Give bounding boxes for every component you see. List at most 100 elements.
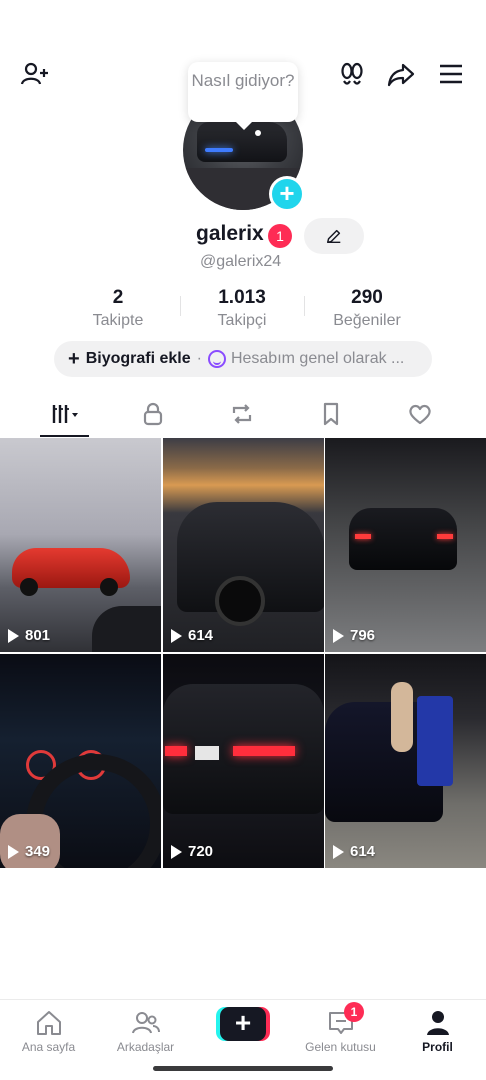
thumb-wheel [100, 578, 118, 596]
username-row: galerix 1 [0, 218, 486, 254]
stat-divider [180, 296, 181, 316]
view-count-value: 801 [25, 627, 51, 644]
add-friend-button[interactable] [16, 56, 52, 92]
menu-icon [440, 64, 462, 84]
thumb-door [417, 696, 453, 786]
play-icon [333, 628, 344, 643]
view-count: 801 [8, 627, 50, 644]
inbox-badge: 1 [344, 1002, 364, 1022]
user-handle: @galerix24 [200, 253, 282, 270]
stat-divider [304, 296, 305, 316]
view-count-value: 614 [350, 843, 376, 860]
lock-icon [143, 402, 163, 426]
video-thumbnail[interactable]: 796 [325, 438, 486, 652]
video-grid: 801 614 796 349 720 614 [0, 438, 486, 870]
thumb-wheel [20, 578, 38, 596]
content-tabs [0, 394, 486, 438]
play-icon [8, 628, 19, 643]
thumb-taillight [233, 746, 295, 756]
status-tooltip[interactable]: Nasıl gidiyor? [188, 62, 298, 130]
stat-value: 290 [351, 287, 383, 308]
play-icon [171, 628, 182, 643]
grid-icon [52, 405, 78, 423]
bookmark-icon [323, 402, 339, 426]
share-icon [387, 63, 415, 87]
bio-pill[interactable]: + Biyografi ekle · Hesabım genel olarak … [54, 341, 432, 377]
view-count: 614 [333, 843, 375, 860]
repost-icon [232, 404, 252, 424]
view-count: 614 [171, 627, 213, 644]
username-badge: 1 [268, 224, 292, 248]
stat-followers[interactable]: 1.013 Takipçi [182, 286, 302, 332]
profile-icon [426, 1011, 449, 1035]
tab-videos[interactable] [36, 394, 94, 434]
thumb-car [349, 508, 457, 570]
plus-icon: + [220, 1007, 266, 1041]
edit-icon [326, 229, 341, 244]
nav-friends-label: Arkadaşlar [116, 1040, 175, 1054]
separator-dot: · [196, 350, 202, 367]
profile-stats: 2 Takipte 1.013 Takipçi 290 Beğeniler [0, 286, 486, 336]
view-count-value: 796 [350, 627, 376, 644]
status-text[interactable]: Hesabım genel olarak ... [231, 350, 404, 368]
thumb-mirror [92, 606, 161, 652]
nav-profile-label: Profil [422, 1040, 453, 1054]
play-icon [333, 844, 344, 859]
home-indicator[interactable] [153, 1066, 333, 1071]
footprints-icon [341, 62, 363, 85]
thumb-wheel [215, 576, 265, 626]
profile-views-button[interactable] [334, 56, 370, 92]
tab-liked[interactable] [392, 394, 448, 434]
video-thumbnail[interactable]: 349 [0, 654, 161, 868]
stat-value: 1.013 [218, 287, 266, 308]
menu-button[interactable] [433, 56, 469, 92]
avatar-headlight [205, 148, 233, 152]
stat-label: Takipte [92, 312, 144, 329]
view-count-value: 614 [188, 627, 214, 644]
tab-reposts[interactable] [214, 394, 270, 434]
smiley-icon [207, 350, 226, 368]
view-count-value: 720 [188, 843, 214, 860]
video-thumbnail[interactable]: 801 [0, 438, 161, 652]
nav-home[interactable]: Ana sayfa [0, 1008, 97, 1054]
stat-following[interactable]: 2 Takipte [58, 286, 178, 332]
nav-friends[interactable]: Arkadaşlar [97, 1008, 194, 1054]
plus-icon: + [68, 347, 80, 370]
tab-private[interactable] [125, 394, 181, 434]
view-count: 349 [8, 843, 50, 860]
share-profile-button[interactable] [383, 56, 419, 92]
heart-icon [409, 404, 431, 425]
username: galerix [196, 222, 264, 245]
view-count-value: 349 [25, 843, 51, 860]
video-thumbnail[interactable]: 614 [163, 438, 324, 652]
video-thumbnail[interactable]: 720 [163, 654, 324, 868]
friends-icon [131, 1012, 160, 1034]
stat-value: 2 [112, 287, 124, 308]
home-icon [36, 1011, 61, 1035]
play-icon [8, 844, 19, 859]
video-thumbnail[interactable]: 614 [325, 654, 486, 868]
thumb-plate [195, 746, 219, 760]
nav-inbox-label: Gelen kutusu [305, 1040, 376, 1054]
tab-favorites[interactable] [303, 394, 359, 434]
view-count: 720 [171, 843, 213, 860]
play-icon [171, 844, 182, 859]
nav-home-label: Ana sayfa [21, 1040, 76, 1054]
active-tab-indicator [40, 435, 89, 437]
add-bio-label[interactable]: Biyografi ekle [86, 350, 191, 368]
nav-profile[interactable]: Profil [389, 1008, 486, 1054]
thumb-taillight [165, 746, 187, 756]
thumb-taillight [437, 534, 453, 539]
add-story-button[interactable]: + [269, 176, 305, 212]
nav-inbox[interactable]: 1 Gelen kutusu [292, 1002, 389, 1054]
stat-likes[interactable]: 290 Beğeniler [307, 286, 427, 332]
thumb-taillight [355, 534, 371, 539]
view-count: 796 [333, 627, 375, 644]
thumb-person [391, 682, 413, 752]
create-button[interactable]: + [216, 1007, 270, 1041]
add-friend-icon [20, 62, 48, 85]
stat-label: Takipçi [217, 312, 267, 329]
avatar-light [255, 130, 261, 136]
edit-profile-button[interactable] [304, 218, 364, 254]
stat-label: Beğeniler [333, 312, 401, 329]
